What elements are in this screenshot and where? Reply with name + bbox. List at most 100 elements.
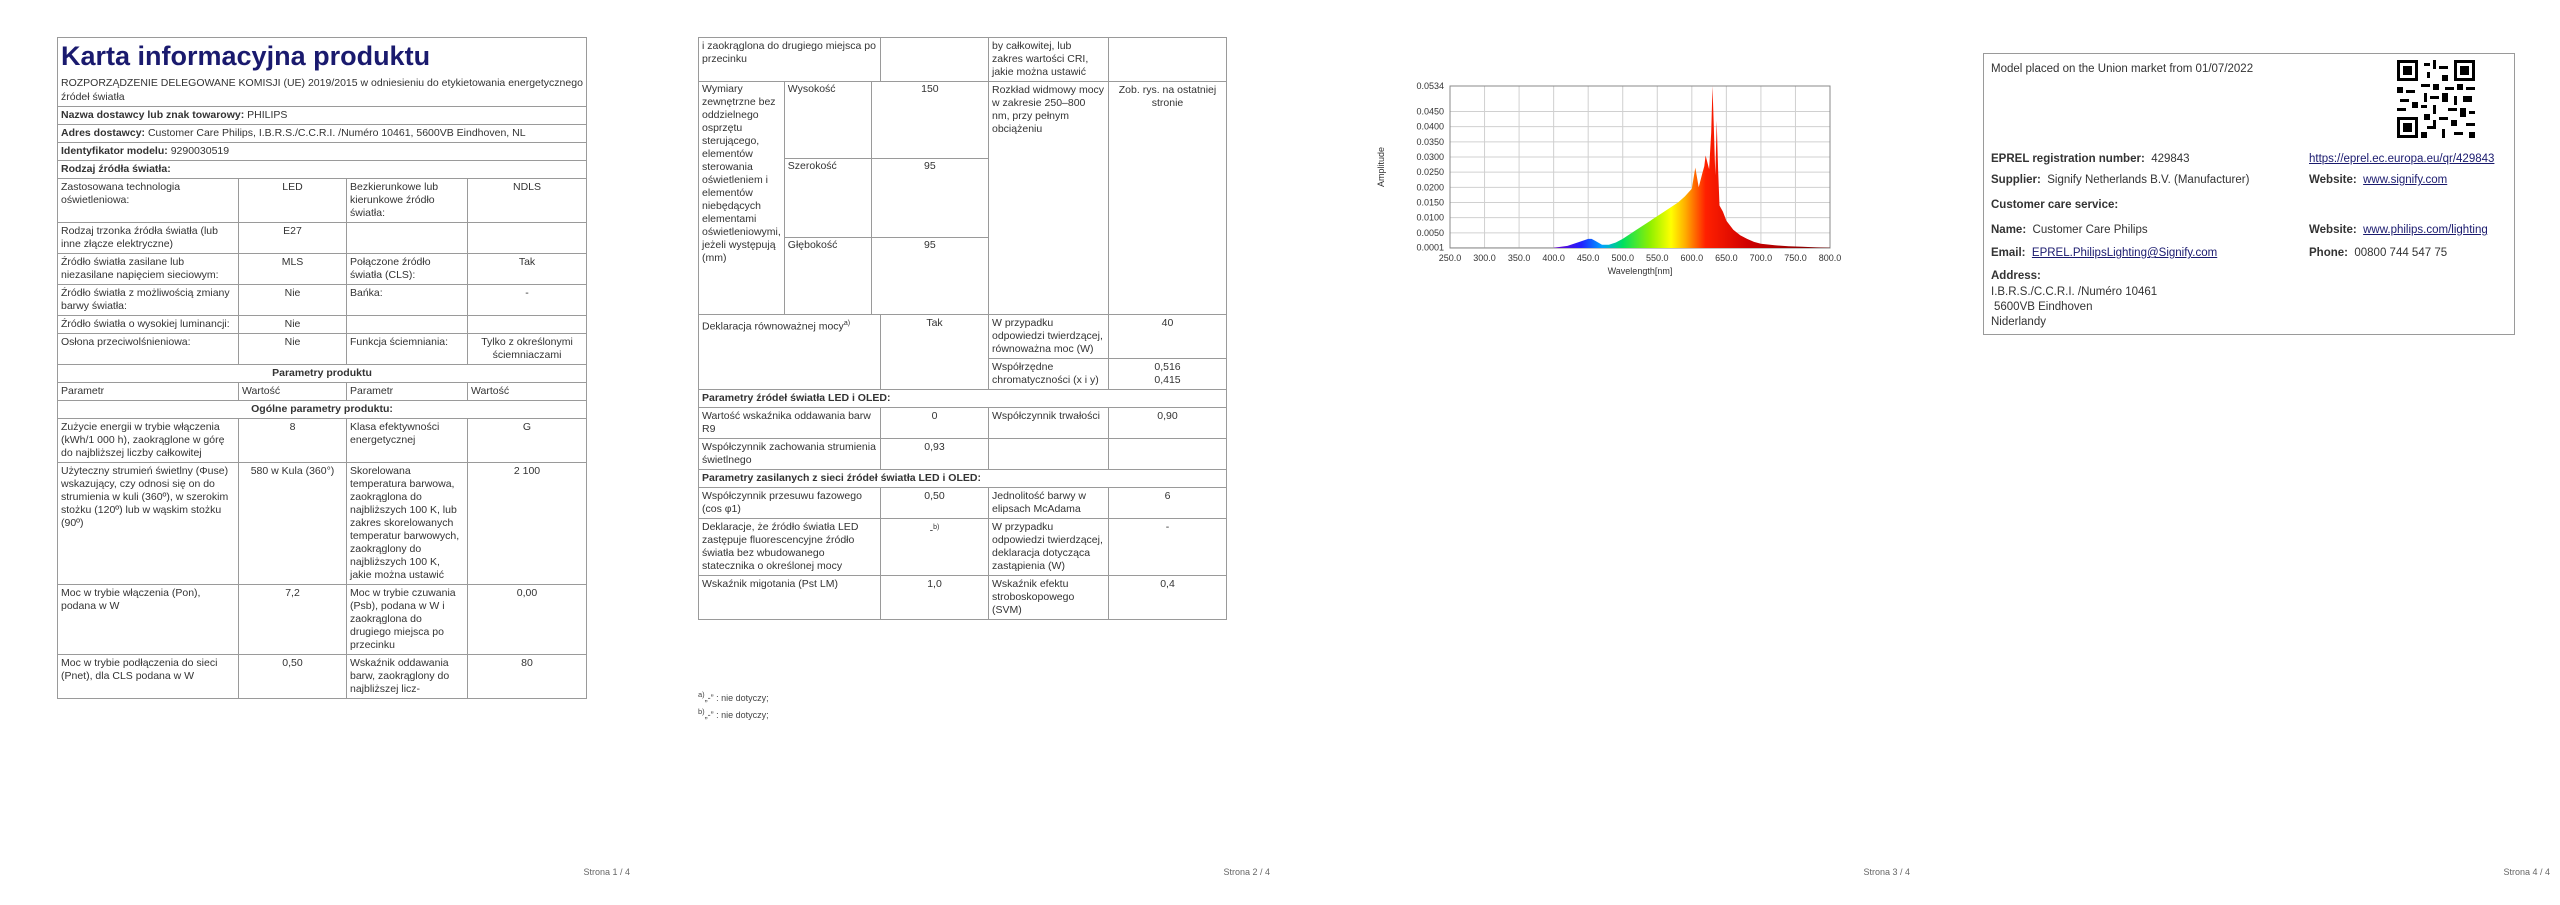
cell: Moc w trybie czuwania (Psb), podana w W … <box>346 584 468 655</box>
dim-name: Wysokość <box>783 82 872 159</box>
cell: 0,4 <box>1108 575 1227 620</box>
cell: Współczynnik przesuwu fazowego (cos φ1) <box>698 487 881 519</box>
cell: W przypadku odpowiedzi twierdzącej, równ… <box>988 314 1109 359</box>
cell: Współczynnik trwałości <box>988 407 1109 439</box>
y-tick-label: 0.0534 <box>1416 81 1444 91</box>
model-value: 9290030519 <box>170 145 230 157</box>
cell: Rodzaj trzonka źródła światła (lub inne … <box>57 222 239 254</box>
footnote-a: a)„-” : nie dotyczy; <box>698 690 769 703</box>
cell: 0,90 <box>1108 407 1227 439</box>
general-header: Ogólne parametry produktu: <box>56 400 588 419</box>
x-tick-label: 550.0 <box>1646 253 1669 263</box>
website-row: Website: www.signify.com <box>2309 174 2447 186</box>
dims-cell: Wymiary zewnętrzne bez oddzielnego osprz… <box>698 81 989 315</box>
table-row: Moc w trybie włączenia (Pon), podana w W… <box>57 584 588 655</box>
x-tick-label: 250.0 <box>1439 253 1462 263</box>
column-headers: Parametr Wartość Parametr Wartość <box>57 382 588 401</box>
page-number: Strona 4 / 4 <box>2503 867 2550 877</box>
name-label: Name: <box>1991 224 2027 236</box>
x-axis-label: Wavelength[nm] <box>1608 266 1673 276</box>
cell: 7,2 <box>238 584 347 655</box>
y-tick-label: 0.0400 <box>1416 122 1444 132</box>
x-tick-label: 300.0 <box>1473 253 1496 263</box>
product-info-table: Karta informacyjna produktu ROZPORZĄDZEN… <box>56 37 588 699</box>
table-row: Moc w trybie podłączenia do sieci (Pnet)… <box>57 654 588 699</box>
email-row: Email: EPREL.PhilipsLighting@Signify.com <box>1991 247 2217 259</box>
placed-text: Model placed on the Union market from 01… <box>1991 63 2254 75</box>
address-value: Customer Care Philips, I.B.R.S./C.C.R.I.… <box>147 127 526 139</box>
product-info-table-cont: i zaokrąglona do drugiego miejsca po prz… <box>698 37 1227 620</box>
cell: 80 <box>466 654 588 699</box>
cell: -b) <box>880 518 989 576</box>
cell: 0,93 <box>880 438 989 470</box>
footnote-mark: a) <box>843 320 851 327</box>
qr-code-icon[interactable] <box>2397 60 2475 138</box>
eprel-link[interactable]: https://eprel.ec.europa.eu/qr/429843 <box>2309 153 2494 165</box>
cell: Nie <box>238 333 347 365</box>
dim-name: Szerokość <box>783 158 872 238</box>
eprel-value: 429843 <box>2151 153 2190 165</box>
x-tick-label: 350.0 <box>1508 253 1531 263</box>
phone-value: 00800 744 547 75 <box>2354 247 2448 259</box>
cell <box>988 438 1109 470</box>
y-tick-label: 0.0450 <box>1416 106 1444 116</box>
table-row: Rodzaj trzonka źródła światła (lub inne … <box>57 222 588 254</box>
supplier-label: Nazwa dostawcy lub znak towarowy: <box>61 109 245 121</box>
dims-table: Wymiary zewnętrzne bez oddzielnego osprz… <box>699 82 988 314</box>
cell: Współczynnik zachowania strumienia świet… <box>698 438 881 470</box>
cell: LED <box>238 178 347 223</box>
cell: Użyteczny strumień świetlny (Φuse) wskaz… <box>57 462 239 585</box>
dims-label: Wymiary zewnętrzne bez oddzielnego osprz… <box>699 82 785 314</box>
cell: Połączone źródło światła (CLS): <box>346 253 468 285</box>
cell: Bezkierunkowe lub kierunkowe źródło świa… <box>346 178 468 223</box>
chroma-y: 0,415 <box>1154 374 1181 386</box>
cell: Nie <box>238 284 347 316</box>
cell: 8 <box>238 418 347 463</box>
cell: 40 <box>1108 314 1227 359</box>
address-line: 5600VB Eindhoven <box>1994 301 2093 313</box>
x-tick-label: 700.0 <box>1750 253 1773 263</box>
cell <box>1108 438 1227 470</box>
cell <box>346 315 468 334</box>
cell: 2 100 <box>466 462 588 585</box>
y-tick-label: 0.0150 <box>1416 197 1444 207</box>
doc-title: Karta informacyjna produktu <box>61 41 431 71</box>
supplier-value: Signify Netherlands B.V. (Manufacturer) <box>2047 174 2250 186</box>
eprel-label: EPREL registration number: <box>1991 153 2145 165</box>
spectral-chart: 0.0001 0.0050 0.0100 0.0150 0.0200 0.0250 0.03… <box>1370 80 1890 310</box>
y-tick-label: 0.0350 <box>1416 137 1444 147</box>
y-tick-label: 0.0100 <box>1416 213 1444 223</box>
cell <box>1108 37 1227 82</box>
params-header: Parametry produktu <box>56 364 588 383</box>
x-tick-label: 500.0 <box>1611 253 1634 263</box>
y-axis-label: Amplitude <box>1376 147 1386 187</box>
cell: 580 w Kula (360°) <box>238 462 347 585</box>
col-header: Wartość <box>466 382 588 401</box>
doc-subtitle: ROZPORZĄDZENIE DELEGOWANE KOMISJI (UE) 2… <box>61 77 583 103</box>
cell <box>346 222 468 254</box>
dim-value: 95 <box>870 158 988 238</box>
website2-link[interactable]: www.philips.com/lighting <box>2363 224 2488 236</box>
cell: 0,50 <box>238 654 347 699</box>
cell: Tak <box>880 314 989 390</box>
address-label: Adres dostawcy: <box>61 127 146 139</box>
cell: E27 <box>238 222 347 254</box>
cell: Deklaracja równoważnej mocya) <box>698 314 881 390</box>
cell: Funkcja ściemniania: <box>346 333 468 365</box>
website-link[interactable]: www.signify.com <box>2363 174 2447 186</box>
cell: Źródło światła z możliwością zmiany barw… <box>57 284 239 316</box>
cell: Wartość wskaźnika oddawania barw R9 <box>698 407 881 439</box>
x-tick-label: 650.0 <box>1715 253 1738 263</box>
chroma-x: 0,516 <box>1154 361 1181 373</box>
name-row: Name: Customer Care Philips <box>1991 224 2148 236</box>
table-row: Współczynnik zachowania strumienia świet… <box>698 438 1227 470</box>
address-label: Address: <box>1991 270 2041 282</box>
cell: by całkowitej, lub zakres wartości CRI, … <box>988 37 1109 82</box>
cell: Jednolitość barwy w elipsach McAdama <box>988 487 1109 519</box>
website2-label: Website: <box>2309 224 2357 236</box>
supplier-row: Nazwa dostawcy lub znak towarowy: PHILIP… <box>56 106 588 125</box>
website-label: Website: <box>2309 174 2357 186</box>
email-link[interactable]: EPREL.PhilipsLighting@Signify.com <box>2032 247 2217 259</box>
address-block: I.B.R.S./C.C.R.I. /Numéro 10461 5600VB E… <box>1991 285 2157 330</box>
cell: Zużycie energii w trybie włączenia (kWh/… <box>57 418 239 463</box>
